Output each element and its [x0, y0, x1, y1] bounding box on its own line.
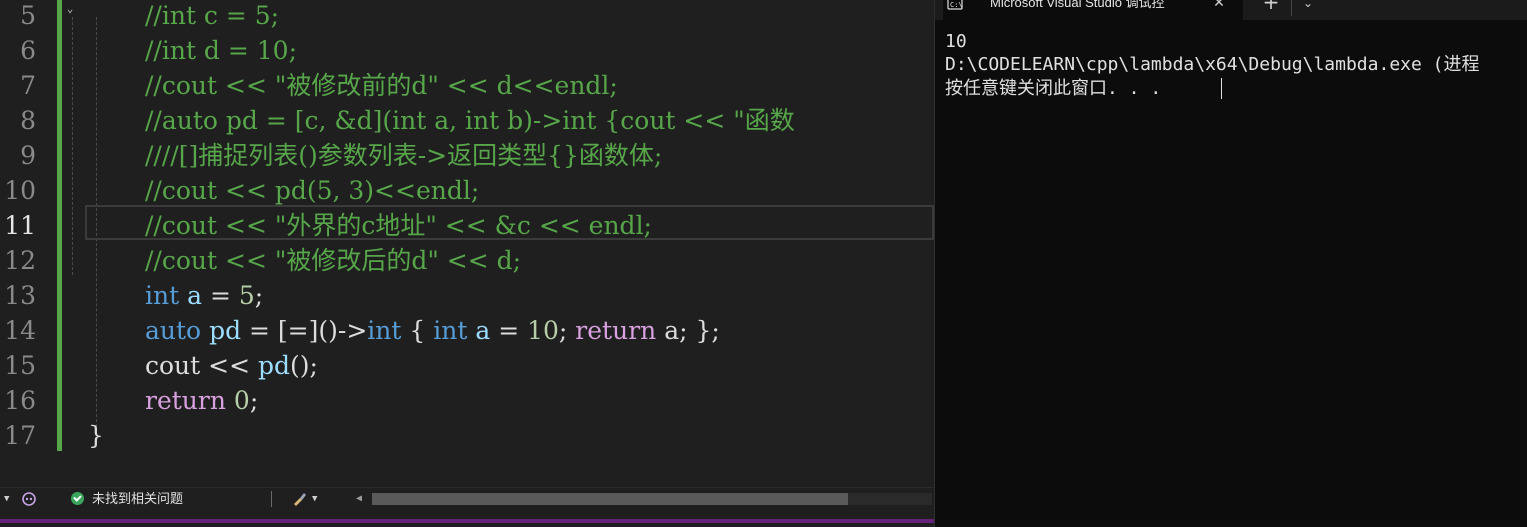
- code-token: ();: [290, 351, 318, 380]
- code-token: return: [575, 316, 657, 345]
- text-cursor: [1221, 78, 1222, 99]
- accent-bar: [0, 519, 934, 523]
- console-output-line: D:\CODELEARN\cpp\lambda\x64\Debug\lambda…: [945, 54, 1480, 75]
- code-token: cout: [145, 351, 201, 380]
- line-number: 16: [4, 386, 36, 415]
- code-token: ;: [558, 316, 576, 345]
- line-number: 15: [4, 351, 36, 380]
- code-line[interactable]: }: [88, 418, 104, 453]
- svg-text:C:\: C:\: [950, 1, 963, 9]
- code-token: return: [145, 386, 226, 415]
- code-token: = [=]()->: [241, 316, 368, 345]
- new-tab-button[interactable]: +: [1262, 0, 1280, 13]
- code-line[interactable]: return 0;: [145, 383, 258, 418]
- scroll-left-arrow-icon[interactable]: ◀: [356, 493, 362, 505]
- code-token: auto: [145, 316, 202, 345]
- code-line[interactable]: auto pd = [=]()->int { int a = 10; retur…: [145, 313, 720, 348]
- code-line[interactable]: //int d = 10;: [145, 33, 297, 68]
- line-number: 17: [4, 421, 36, 450]
- code-token: int: [145, 281, 180, 310]
- code-token: //cout << pd(5, 3)<<endl;: [145, 176, 480, 205]
- code-token: <<: [200, 351, 258, 380]
- line-number: 5: [20, 1, 36, 30]
- code-line[interactable]: //cout << "外界的c地址" << &c << endl;: [145, 208, 652, 243]
- code-token: int: [367, 316, 402, 345]
- editor-status-strip: ▼ 未找到相关问题 ▼ ◀: [0, 487, 934, 509]
- code-token: ;: [254, 281, 264, 310]
- issues-status-label[interactable]: 未找到相关问题: [92, 488, 183, 510]
- code-token: a; };: [656, 316, 720, 345]
- code-token: pd: [209, 316, 242, 345]
- code-token: pd: [258, 351, 291, 380]
- check-circle-icon: [71, 492, 84, 505]
- code-token: a: [475, 316, 491, 345]
- line-number: 14: [4, 316, 36, 345]
- code-line[interactable]: //auto pd = [c, &d](int a, int b)->int {…: [145, 103, 795, 138]
- code-line[interactable]: //int c = 5;: [145, 0, 279, 33]
- chevron-down-icon[interactable]: ⌄: [1301, 0, 1315, 13]
- editor-bottom-band: [0, 509, 934, 527]
- line-number: 10: [4, 176, 36, 205]
- console-tab-title[interactable]: Microsoft Visual Studio 调试控: [990, 0, 1165, 13]
- status-divider: [271, 491, 272, 507]
- horizontal-scrollbar[interactable]: [372, 493, 932, 505]
- chevron-down-icon[interactable]: ▼: [4, 494, 14, 504]
- chevron-down-icon[interactable]: ▼: [312, 494, 317, 504]
- code-line[interactable]: ////[]捕捉列表()参数列表->返回类型{}函数体;: [145, 138, 662, 173]
- code-token: 0: [233, 386, 250, 415]
- line-number: 8: [20, 106, 36, 135]
- code-editor[interactable]: 5 6 7 8 9 10 11 12 13 14 15 16 17 ⌄ //int c = 5; //in…: [0, 0, 934, 487]
- code-token: //cout << "被修改前的d" << d<<endl;: [145, 71, 618, 100]
- code-token: =: [490, 316, 528, 345]
- console-output-line: 10: [945, 31, 967, 52]
- brush-icon[interactable]: [290, 490, 308, 508]
- tab-separator: [1291, 0, 1292, 16]
- code-token: 5: [238, 281, 255, 310]
- code-line[interactable]: cout << pd();: [145, 348, 318, 383]
- code-token: //int c = 5;: [145, 1, 280, 30]
- code-line[interactable]: //cout << "被修改前的d" << d<<endl;: [145, 68, 618, 103]
- code-token: {: [401, 316, 434, 345]
- line-number: 12: [4, 246, 36, 275]
- horizontal-scrollbar-thumb[interactable]: [372, 493, 848, 505]
- terminal-icon: C:\: [947, 0, 963, 10]
- line-number: 6: [20, 36, 36, 65]
- copilot-icon[interactable]: [20, 490, 38, 508]
- line-number: 7: [20, 71, 36, 100]
- code-token: //auto pd = [c, &d](int a, int b)->int {…: [145, 106, 795, 135]
- fold-chevron-icon[interactable]: ⌄: [63, 2, 77, 16]
- close-icon[interactable]: ✕: [1212, 0, 1226, 13]
- line-number-gutter: 5 6 7 8 9 10 11 12 13 14 15 16 17: [0, 0, 40, 487]
- code-token: =: [202, 281, 239, 310]
- code-line[interactable]: //cout << "被修改后的d" << d;: [145, 243, 521, 278]
- code-token: ;: [249, 386, 259, 415]
- line-number: 11: [4, 211, 36, 240]
- code-token: }: [88, 421, 104, 450]
- line-number: 9: [20, 141, 36, 170]
- code-token: //int d = 10;: [145, 36, 298, 65]
- code-token: ////[]捕捉列表()参数列表->返回类型{}函数体;: [145, 141, 663, 170]
- code-token: int: [433, 316, 468, 345]
- line-number: 13: [4, 281, 36, 310]
- debug-console-window[interactable]: C:\ Microsoft Visual Studio 调试控 ✕ + ⌄ 10…: [934, 0, 1527, 527]
- change-tracking-bar: [57, 0, 62, 451]
- code-line[interactable]: int a = 5;: [145, 278, 263, 313]
- console-output-line: 按任意键关闭此窗口. . .: [945, 78, 1162, 99]
- indent-guide: [72, 17, 73, 275]
- code-token: a: [187, 281, 203, 310]
- code-token: //cout << "外界的c地址" << &c << endl;: [145, 211, 652, 240]
- code-token: //cout << "被修改后的d" << d;: [145, 246, 522, 275]
- code-token: 10: [527, 316, 559, 345]
- code-line[interactable]: //cout << pd(5, 3)<<endl;: [145, 173, 479, 208]
